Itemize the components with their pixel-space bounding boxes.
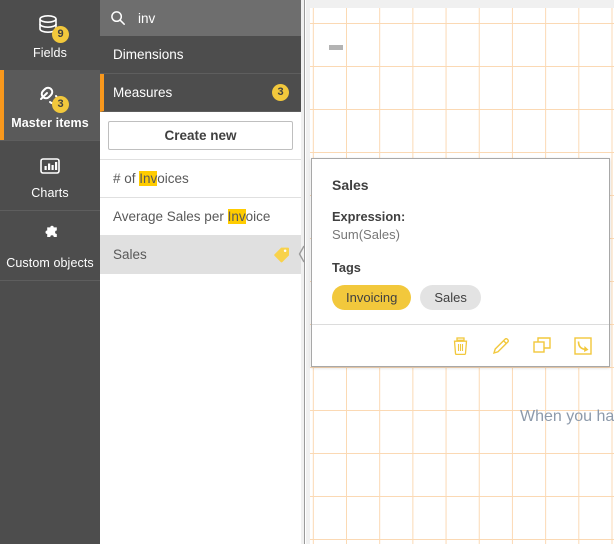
expression-value: Sum(Sales) (332, 227, 589, 242)
delete-icon[interactable] (450, 336, 470, 356)
section-header-measures[interactable]: Measures 3 (100, 74, 301, 112)
section-label: Measures (113, 85, 272, 100)
rail-item-custom-objects[interactable]: Custom objects (0, 210, 100, 280)
rail-item-label: Fields (33, 46, 67, 60)
rail-item-master-items[interactable]: 3 Master items (0, 70, 100, 140)
rail-item-label: Master items (11, 116, 89, 130)
master-items-count-badge: 3 (52, 96, 69, 113)
measure-label: # of Invoices (113, 171, 290, 186)
create-new-button[interactable]: Create new (108, 121, 293, 150)
duplicate-icon[interactable] (532, 336, 552, 356)
measures-count-badge: 3 (272, 84, 289, 101)
master-items-panel: Dimensions Measures 3 Create new # of In… (100, 0, 301, 544)
rail-item-fields[interactable]: 9 Fields (0, 0, 100, 70)
measure-list-item-sales[interactable]: Sales (100, 235, 301, 273)
measure-list: # of Invoices Average Sales per Invoice … (100, 159, 301, 274)
rail-item-label: Charts (31, 186, 68, 200)
fields-stack-icon: 9 (33, 11, 67, 41)
measure-details-popover: Sales Expression: Sum(Sales) Tags Invoic… (311, 158, 610, 367)
popover-actions (312, 324, 609, 366)
sheet-placeholder-text: When you hav (520, 408, 614, 426)
search-icon (110, 10, 126, 26)
search-match-highlight: Inv (228, 209, 246, 224)
list-end-divider (100, 273, 301, 274)
apply-icon[interactable] (573, 336, 593, 356)
measure-list-item-average-sales-per-invoice[interactable]: Average Sales per Invoice (100, 197, 301, 235)
measure-label: Sales (113, 247, 273, 262)
rail-item-charts[interactable]: Charts (0, 140, 100, 210)
edit-icon[interactable] (491, 336, 511, 356)
search-input[interactable] (126, 11, 321, 26)
fields-count-badge: 9 (52, 26, 69, 43)
panel-resize-divider[interactable] (301, 0, 305, 544)
asset-rail: 9 Fields 3 Master items (0, 0, 100, 544)
master-items-panel-app: 9 Fields 3 Master items (0, 0, 614, 544)
tag-pill-invoicing: Invoicing (332, 285, 411, 310)
measure-label: Average Sales per Invoice (113, 209, 290, 224)
popover-body: Sales Expression: Sum(Sales) Tags Invoic… (312, 159, 609, 324)
drag-handle-icon[interactable] (329, 45, 343, 50)
popover-title: Sales (332, 177, 589, 193)
search-bar[interactable] (100, 0, 301, 36)
master-items-icon: 3 (33, 81, 67, 111)
section-header-dimensions[interactable]: Dimensions (100, 36, 301, 74)
search-match-highlight: Inv (139, 171, 157, 186)
section-label: Dimensions (113, 47, 289, 62)
rail-divider (0, 280, 100, 281)
puzzle-piece-icon (33, 221, 67, 251)
measure-list-item-number-of-invoices[interactable]: # of Invoices (100, 159, 301, 197)
tag-pill-sales: Sales (420, 285, 481, 310)
tag-icon (273, 246, 290, 263)
bar-chart-icon (33, 151, 67, 181)
tag-list: Invoicing Sales (332, 285, 589, 310)
create-new-container: Create new (100, 112, 301, 159)
tags-label: Tags (332, 260, 589, 275)
rail-item-label: Custom objects (6, 256, 94, 270)
expression-label: Expression: (332, 209, 589, 224)
